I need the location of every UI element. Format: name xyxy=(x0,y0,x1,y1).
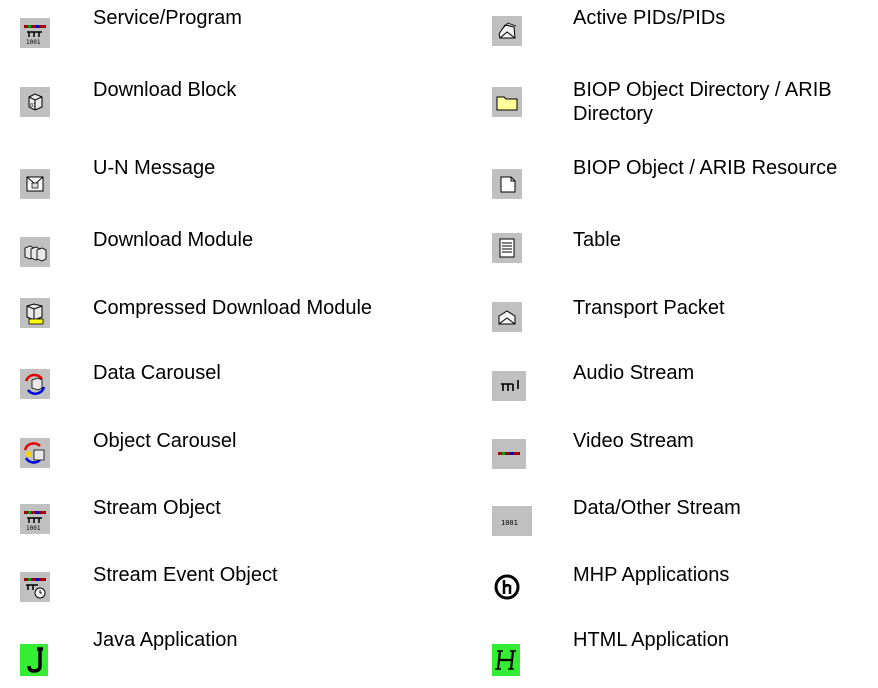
legend-item: 1001 Service/Program xyxy=(0,0,440,62)
legend-item: HTML Application xyxy=(440,622,878,684)
legend-item: Audio Stream xyxy=(440,355,878,417)
legend-item: BIOP Object / ARIB Resource xyxy=(440,156,878,218)
legend-item: Transport Packet xyxy=(440,290,878,352)
legend-label: Service/Program xyxy=(93,7,242,29)
legend-label: Data Carousel xyxy=(93,362,221,384)
legend-label: Table xyxy=(573,229,621,251)
legend-label: BIOP Object Directory / ARIB Directory xyxy=(573,79,832,125)
download-block-icon: 01 xyxy=(20,87,50,117)
html-application-icon xyxy=(492,644,520,676)
data-stream-icon: 1001 xyxy=(492,506,532,536)
legend-label: Stream Event Object xyxy=(93,564,278,586)
legend-label: U-N Message xyxy=(93,157,216,179)
legend-item: Compressed Download Module xyxy=(0,290,440,352)
legend-label: MHP Applications xyxy=(573,564,730,586)
legend-label: Java Application xyxy=(93,629,238,651)
compressed-download-module-icon xyxy=(20,298,50,328)
legend-item: Object Carousel xyxy=(0,423,440,485)
legend-item: Download Module xyxy=(0,222,440,284)
legend-item: 01 Download Block xyxy=(0,78,440,140)
stream-event-object-icon xyxy=(20,572,50,602)
transport-packet-icon xyxy=(492,302,522,332)
table-icon xyxy=(492,233,522,263)
object-carousel-icon xyxy=(20,438,50,468)
legend-label: Video Stream xyxy=(573,430,694,452)
download-module-icon xyxy=(20,237,50,267)
legend-item: Table xyxy=(440,222,878,284)
icon-legend: 1001 Service/Program 01 Download Block U… xyxy=(0,0,878,688)
svg-text:1001: 1001 xyxy=(501,519,518,527)
legend-label: HTML Application xyxy=(573,629,729,651)
folder-icon xyxy=(492,87,522,117)
legend-item: 1001 Stream Object xyxy=(0,490,440,552)
legend-label: Audio Stream xyxy=(573,362,695,384)
svg-text:1001: 1001 xyxy=(26,525,41,532)
svg-text:1001: 1001 xyxy=(26,39,41,46)
legend-item: Data Carousel xyxy=(0,355,440,417)
legend-label: Active PIDs/PIDs xyxy=(573,7,726,29)
legend-item: 1001 Data/Other Stream xyxy=(440,490,878,552)
data-carousel-icon xyxy=(20,369,50,399)
active-pids-icon xyxy=(492,16,522,46)
legend-label: Compressed Download Module xyxy=(93,297,373,319)
legend-item: Video Stream xyxy=(440,423,878,485)
legend-label: Transport Packet xyxy=(573,297,725,319)
legend-label: BIOP Object / ARIB Resource xyxy=(573,157,838,179)
legend-item: MHP Applications xyxy=(440,557,878,619)
legend-item: Java Application xyxy=(0,622,440,684)
legend-item: Stream Event Object xyxy=(0,557,440,619)
stream-object-icon: 1001 xyxy=(20,504,50,534)
un-message-icon xyxy=(20,169,50,199)
biop-object-icon xyxy=(492,169,522,199)
legend-item: Active PIDs/PIDs xyxy=(440,0,878,62)
legend-label: Download Module xyxy=(93,229,254,251)
video-stream-icon xyxy=(492,439,526,469)
legend-item: BIOP Object Directory / ARIB Directory xyxy=(440,78,878,140)
mhp-applications-icon xyxy=(492,572,522,602)
legend-label: Object Carousel xyxy=(93,430,237,452)
java-application-icon xyxy=(20,644,48,676)
legend-item: U-N Message xyxy=(0,156,440,218)
legend-label: Stream Object xyxy=(93,497,221,519)
legend-label: Data/Other Stream xyxy=(573,497,741,519)
audio-stream-icon xyxy=(492,371,526,401)
legend-label: Download Block xyxy=(93,79,237,101)
svg-text:01: 01 xyxy=(30,103,36,109)
service-program-icon: 1001 xyxy=(20,18,50,48)
